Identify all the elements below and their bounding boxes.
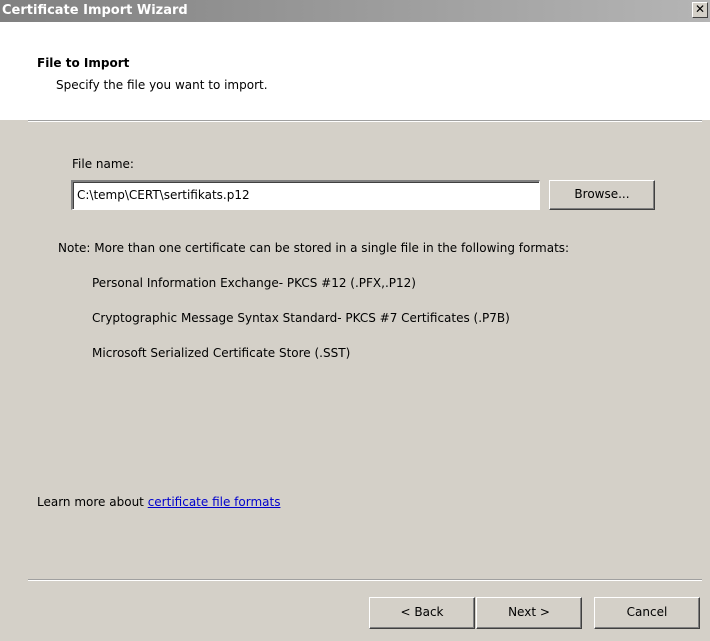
format-item-pkcs12: Personal Information Exchange- PKCS #12 …: [92, 276, 416, 290]
learn-more-text: Learn more about certificate file format…: [37, 495, 280, 509]
formats-note: Note: More than one certificate can be s…: [58, 241, 570, 255]
file-name-label: File name:: [72, 157, 134, 171]
file-name-field[interactable]: C:\temp\CERT\sertifikats.p12: [71, 180, 540, 210]
cancel-button[interactable]: Cancel: [594, 597, 700, 629]
page-subtitle: Specify the file you want to import.: [56, 78, 268, 92]
back-button[interactable]: < Back: [369, 597, 475, 629]
window-title: Certificate Import Wizard: [2, 3, 188, 18]
format-item-pkcs7: Cryptographic Message Syntax Standard- P…: [92, 311, 510, 325]
title-bar[interactable]: Certificate Import Wizard ✕: [0, 0, 710, 22]
page-title: File to Import: [37, 56, 130, 70]
footer-divider: [28, 579, 702, 581]
browse-button[interactable]: Browse...: [549, 180, 655, 210]
close-button[interactable]: ✕: [692, 2, 708, 18]
certificate-import-wizard-window: Certificate Import Wizard ✕ File to Impo…: [0, 0, 710, 641]
wizard-header: File to Import Specify the file you want…: [0, 22, 710, 120]
close-icon: ✕: [694, 2, 706, 16]
learn-more-prefix: Learn more about: [37, 495, 148, 509]
certificate-file-formats-link[interactable]: certificate file formats: [148, 495, 281, 509]
format-item-sst: Microsoft Serialized Certificate Store (…: [92, 346, 351, 360]
next-button[interactable]: Next >: [476, 597, 582, 629]
header-divider: [28, 120, 702, 122]
